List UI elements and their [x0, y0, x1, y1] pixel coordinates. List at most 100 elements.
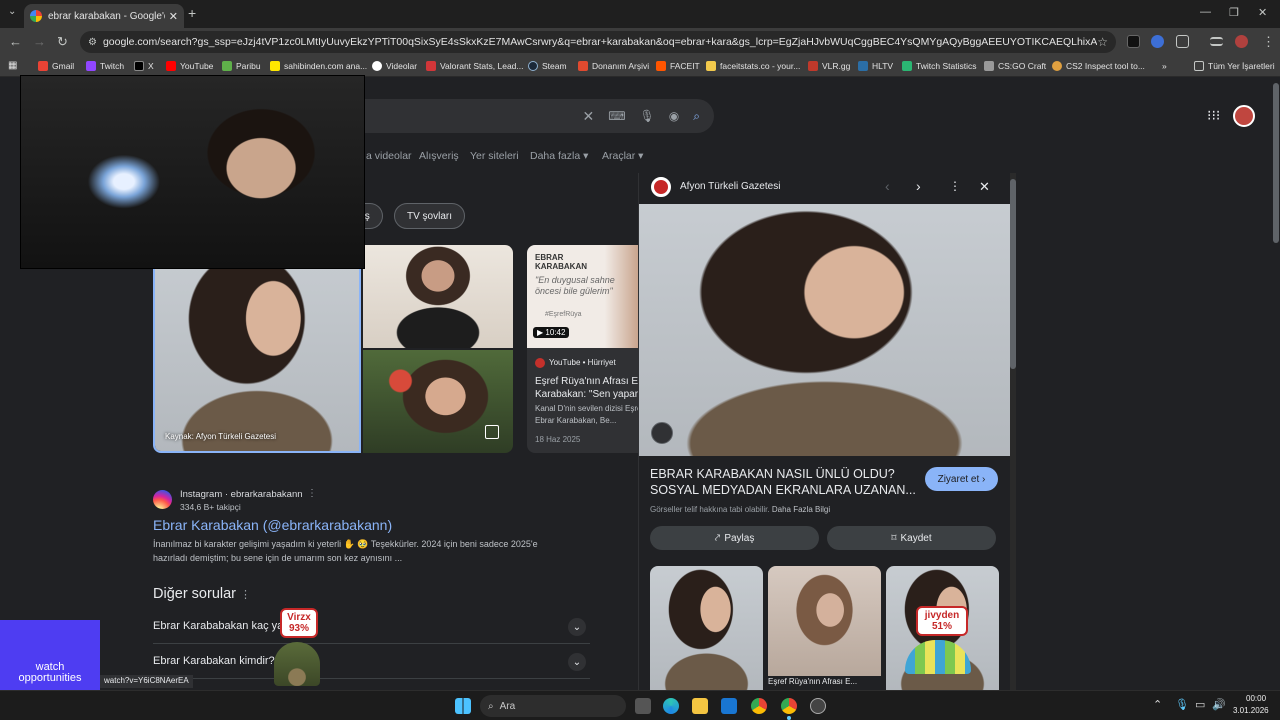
new-tab-icon[interactable]: + [188, 5, 196, 21]
bookmark-donanim[interactable]: Donanım Arşivi [578, 61, 649, 71]
apps-grid-icon[interactable]: ▦ [8, 60, 17, 71]
account-avatar[interactable] [1233, 105, 1255, 127]
save-button[interactable]: ⌑ Kaydet [827, 526, 996, 550]
expand-chevron-icon[interactable]: ⌄ [568, 618, 586, 636]
tab-places[interactable]: Yer siteleri [470, 150, 519, 162]
site-info-icon[interactable]: ⚙ [88, 37, 97, 48]
app-icon[interactable] [810, 698, 826, 714]
tray-network-icon[interactable]: ▭ [1195, 698, 1205, 711]
bookmark-hltv[interactable]: HLTV [858, 61, 893, 71]
result-more-icon[interactable]: ⋮ [307, 488, 317, 499]
bookmark-steam[interactable]: Steam [528, 61, 567, 71]
bookmark-twitch-stats[interactable]: Twitch Statistics [902, 61, 976, 71]
bookmark-paribu[interactable]: Paribu [222, 61, 261, 71]
close-tab-icon[interactable]: ✕ [169, 10, 178, 23]
mail-icon[interactable] [721, 698, 737, 714]
media-control-icon[interactable] [1210, 37, 1223, 46]
image-result-2[interactable] [363, 245, 513, 348]
tab-tools[interactable]: Araçlar ▾ [602, 150, 643, 162]
browser-menu-icon[interactable]: ⋮ [1262, 34, 1275, 50]
forward-icon[interactable]: → [33, 34, 46, 49]
close-panel-icon[interactable]: ✕ [979, 179, 990, 195]
extension-2-icon[interactable] [1151, 35, 1164, 48]
reload-icon[interactable]: ↻ [57, 34, 68, 50]
result-title-link[interactable]: Ebrar Karabakan (@ebrarkarabakann) [153, 517, 392, 533]
minimize-icon[interactable]: — [1200, 6, 1211, 18]
bookmark-sahibinden[interactable]: sahibinden.com ana... [270, 61, 367, 71]
panel-scroll-thumb[interactable] [1010, 179, 1016, 369]
expand-chevron-icon[interactable]: ⌄ [568, 653, 586, 671]
panel-headline[interactable]: EBRAR KARABAKAN NASIL ÜNLÜ OLDU? SOSYAL … [650, 466, 918, 498]
more-info-link[interactable]: Daha Fazla Bilgi [772, 505, 830, 514]
lens-icon[interactable]: ◉ [669, 109, 679, 123]
tab-list-chevron-icon[interactable]: ⌄ [8, 6, 16, 17]
tab-more[interactable]: Daha fazla ▾ [530, 150, 588, 162]
task-view-icon[interactable] [635, 698, 651, 714]
close-window-icon[interactable]: ✕ [1258, 6, 1267, 19]
lens-search-icon[interactable] [651, 422, 673, 444]
filter-chip-tv-shows[interactable]: TV şovları [394, 203, 466, 229]
panel-source[interactable]: Afyon Türkeli Gazetesi [680, 181, 780, 192]
bookmark-twitch[interactable]: Twitch [86, 61, 124, 71]
bookmark-youtube[interactable]: YouTube [166, 61, 213, 71]
tab-active[interactable]: ebrar karabakan - Google'da Ara ✕ [24, 4, 184, 28]
page-scroll-thumb[interactable] [1273, 83, 1279, 243]
bookmark-vlr[interactable]: VLR.gg [808, 61, 850, 71]
video-card[interactable]: EBRAR KARABAKAN "En duygusal sahne önces… [527, 245, 638, 453]
bookmark-gmail[interactable]: Gmail [38, 61, 74, 71]
tray-overflow-icon[interactable]: ⌃ [1153, 698, 1162, 711]
image-result-main[interactable]: Kaynak: Afyon Türkeli Gazetesi [153, 245, 361, 453]
panel-scrollbar[interactable] [1010, 173, 1016, 690]
bookmark-cs2-inspect[interactable]: CS2 Inspect tool to... [1052, 61, 1145, 71]
related-image-2[interactable]: Eşref Rüya'nın Afrası E... [768, 566, 881, 690]
bookmark-x[interactable]: X [134, 61, 154, 71]
prev-arrow-icon[interactable]: ‹ [885, 178, 890, 194]
clock-date[interactable]: 3.01.2026 [1233, 706, 1269, 715]
clear-search-icon[interactable]: ✕ [582, 108, 594, 125]
back-icon[interactable]: ← [9, 34, 22, 49]
panel-main-image[interactable] [639, 204, 1010, 456]
next-arrow-icon[interactable]: › [916, 178, 921, 194]
questions-more-icon[interactable]: ⋮ [240, 589, 251, 601]
question-item-2[interactable]: Ebrar Karabakan kimdir? ⌄ [153, 645, 590, 679]
clock-time[interactable]: 00:00 [1246, 694, 1266, 703]
bookmark-csgo-craft[interactable]: CS:GO Craft [984, 61, 1046, 71]
bookmark-faceitstats[interactable]: faceitstats.co - your... [706, 61, 800, 71]
google-apps-icon[interactable]: ⁝⁝⁝ [1207, 107, 1220, 124]
extension-1-icon[interactable] [1127, 35, 1140, 48]
tray-mic-icon[interactable]: 🎙 [1175, 698, 1189, 711]
visit-button[interactable]: Ziyaret et › [925, 467, 998, 491]
share-button[interactable]: ⤤ Paylaş [650, 526, 819, 550]
tab-shopping[interactable]: Alışveriş [419, 150, 459, 162]
bookmark-valorant[interactable]: Valorant Stats, Lead... [426, 61, 523, 71]
taskbar-search[interactable]: ⌕ Ara [480, 695, 626, 717]
result-site[interactable]: Instagram · ebrarkarabakann [180, 489, 303, 500]
tab-videos[interactable]: a videolar [366, 150, 412, 162]
search-input[interactable]: ✕ ⌨ 🎙 ◉ ⌕ [340, 99, 714, 133]
address-bar[interactable]: ⚙ google.com/search?gs_ssp=eJzj4tVP1zc0L… [80, 31, 1116, 53]
bookmark-star-icon[interactable]: ☆ [1097, 35, 1108, 49]
bookmark-all[interactable]: Tüm Yer İşaretleri [1194, 61, 1275, 71]
search-icon[interactable]: ⌕ [693, 109, 700, 124]
extensions-puzzle-icon[interactable] [1176, 35, 1189, 48]
question-item-1[interactable]: Ebrar Karababakan kaç ya... ⌄ [153, 610, 590, 644]
image-result-3[interactable] [363, 350, 513, 453]
video-title[interactable]: Eşref Rüya'nın Afrası Ebrar Karabakan: "… [535, 375, 638, 401]
windows-start-icon[interactable] [455, 698, 471, 714]
page-scrollbar[interactable] [1272, 77, 1280, 690]
tray-volume-icon[interactable]: 🔊 [1212, 698, 1226, 711]
keyboard-icon[interactable]: ⌨ [608, 109, 625, 123]
profile-avatar-icon[interactable] [1235, 35, 1248, 48]
related-image-1[interactable] [650, 566, 763, 690]
bookmark-videolar[interactable]: Videolar [372, 61, 417, 71]
bookmarks-overflow-icon[interactable]: » [1162, 61, 1167, 71]
panel-more-icon[interactable]: ⋮ [949, 179, 961, 193]
chrome-icon[interactable] [751, 698, 767, 714]
file-explorer-icon[interactable] [692, 698, 708, 714]
bookmark-faceit[interactable]: FACEIT [656, 61, 700, 71]
edge-icon[interactable] [663, 698, 679, 714]
restore-icon[interactable]: ❐ [1229, 6, 1239, 19]
microphone-icon[interactable]: 🎙 [640, 109, 655, 123]
chrome-active-icon[interactable] [781, 698, 797, 714]
image-search-icon[interactable] [485, 425, 499, 439]
